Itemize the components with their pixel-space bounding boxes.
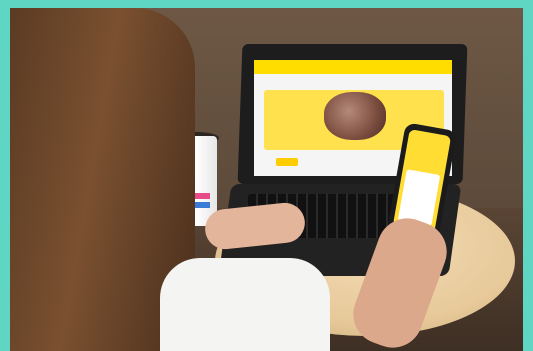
website-banner-button: [276, 158, 298, 166]
white-shirt: [160, 258, 330, 351]
website-header-bar: [254, 60, 452, 74]
image-frame: [0, 0, 533, 351]
photo: [10, 8, 523, 351]
food-image: [324, 92, 386, 140]
